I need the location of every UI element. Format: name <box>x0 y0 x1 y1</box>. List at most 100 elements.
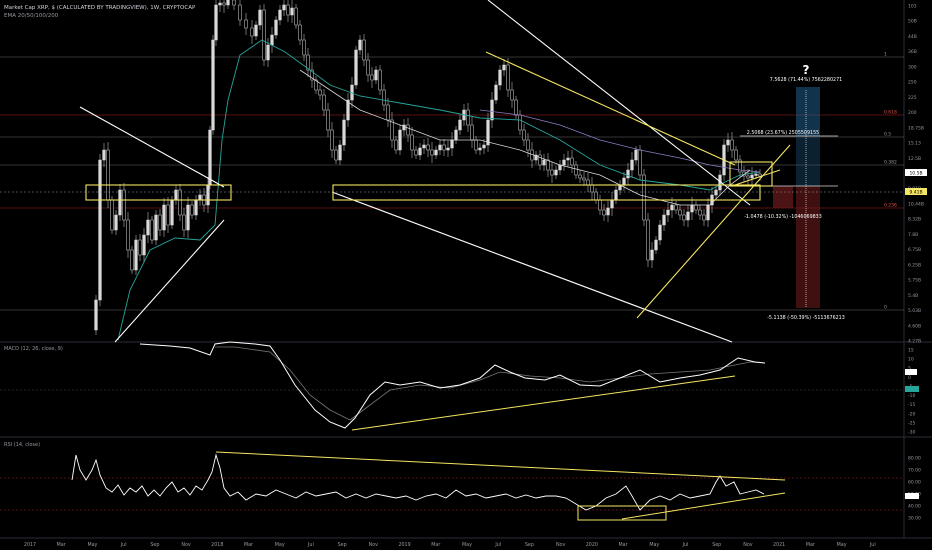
time-axis-label: Jul <box>682 542 689 548</box>
candle-body <box>690 204 694 213</box>
candle-body <box>470 124 474 141</box>
target-zone-upper <box>796 137 820 186</box>
price-axis-label: 5.75B <box>908 278 921 284</box>
candle-body <box>386 104 390 121</box>
candle-body <box>294 7 298 26</box>
candle-body <box>354 49 358 86</box>
price-axis-label: 103 <box>908 4 917 10</box>
macd-axis-label: 10 <box>908 357 914 363</box>
candle-body <box>558 164 562 171</box>
candle-body <box>682 214 686 221</box>
candle-body <box>746 175 750 179</box>
candle-body <box>410 134 414 151</box>
candle-body <box>258 9 262 26</box>
candle-body <box>694 204 698 211</box>
candle-body <box>106 149 110 201</box>
candle-body <box>142 234 146 256</box>
rsi-axis-label: 60.00 <box>908 480 921 486</box>
rsi-pane: RSI (14, close) <box>0 442 904 521</box>
macd-axis-label: -15 <box>908 402 915 408</box>
candle-body <box>110 199 114 231</box>
candle-body <box>594 191 598 201</box>
rsi-axis-label: 40.00 <box>908 504 921 510</box>
candle-body <box>170 199 174 226</box>
candle-body <box>211 39 215 131</box>
candle-body <box>186 204 190 231</box>
candle-body <box>674 204 678 211</box>
time-axis-label: Sep <box>338 542 347 548</box>
candle-body <box>466 109 470 126</box>
candle-body <box>98 159 102 301</box>
candle-body <box>194 199 198 216</box>
price-axis-label: 44B <box>908 34 917 40</box>
rsi-value-tags <box>905 493 919 499</box>
time-axis-label: Sep <box>150 542 159 548</box>
chart-title: Market Cap XRP, $ (CALCULATED BY TRADING… <box>4 5 196 11</box>
price-axis-label: 6.25B <box>908 262 921 268</box>
candle-body <box>554 169 558 176</box>
candle-body <box>378 69 382 91</box>
trendline-2017-support <box>114 219 225 343</box>
candle-body <box>570 157 574 166</box>
candle-body <box>326 109 330 131</box>
macd-axis-label: -30 <box>908 430 915 436</box>
current-price-tags: 10.5B 9.41B <box>905 169 927 196</box>
rsi-axis[interactable]: 80.0070.0060.0050.0040.0030.00 <box>908 456 921 522</box>
candle-body <box>362 39 366 61</box>
candle-body <box>366 59 370 76</box>
candle-body <box>670 204 674 211</box>
candle-body <box>114 214 118 231</box>
candle-body <box>406 124 410 136</box>
time-axis-label: Jul <box>307 542 314 548</box>
candle-body <box>478 147 482 151</box>
time-axis-label: Mar <box>619 542 628 548</box>
macd-axis-label: 0 <box>908 375 911 381</box>
candle-body <box>178 189 182 216</box>
chart-canvas[interactable]: 10.6180.50.3820.2360 ? 7.5628 (71.44%) 7… <box>0 0 932 550</box>
time-axis-label: Jul <box>120 542 127 548</box>
candle-body <box>358 39 362 51</box>
candle-body <box>414 149 418 156</box>
candle-body <box>586 179 590 186</box>
candle-body <box>702 214 706 221</box>
stop-label: -5.1138 (-50.39%) -5113676213 <box>767 315 845 321</box>
time-axis-label: 2018 <box>211 542 223 548</box>
candle-body <box>522 129 526 141</box>
candle-body <box>318 89 322 96</box>
box-price-tag: 9.41B <box>909 190 922 196</box>
time-axis-label: 2017 <box>24 542 36 548</box>
price-axis-label: 4.27B <box>908 339 921 345</box>
candle-body <box>198 194 202 201</box>
price-axis-label: 12.5B <box>908 156 921 162</box>
price-axis-label: 8.32B <box>908 217 921 223</box>
candle-body <box>146 219 150 236</box>
candle-body <box>658 224 662 241</box>
time-axis-label: May <box>649 542 659 548</box>
time-axis-label: May <box>87 542 97 548</box>
candle-body <box>262 9 266 61</box>
candle-body <box>218 2 222 6</box>
candle-body <box>598 199 602 211</box>
candle-body <box>214 4 218 41</box>
price-axis-label: 5.03B <box>908 308 921 314</box>
candle-body <box>134 239 138 271</box>
time-axis-label: 2020 <box>586 542 598 548</box>
price-axis-label: 5.4B <box>908 293 918 299</box>
candle-body <box>374 69 378 81</box>
risk-reward-zones <box>730 87 838 308</box>
candle-body <box>650 249 654 261</box>
candle-body <box>138 239 142 256</box>
fib-levels: 1 0.618 0.5 0.382 0.236 0 <box>0 52 904 311</box>
candle-body <box>474 139 478 151</box>
candle-body <box>222 2 226 6</box>
candle-body <box>642 174 646 221</box>
candle-body <box>678 209 682 216</box>
consolidation-box <box>729 161 773 187</box>
fib-level-label: 1 <box>884 52 887 58</box>
time-axis[interactable]: 2017 Mar May Jul Sep Nov 2018 Mar May Jul Sep Nov 20… <box>24 542 876 548</box>
candle-body <box>302 39 306 56</box>
candle-body <box>266 44 270 61</box>
candle-body <box>166 204 170 226</box>
candle-body <box>338 144 342 161</box>
candle-body <box>206 184 210 206</box>
